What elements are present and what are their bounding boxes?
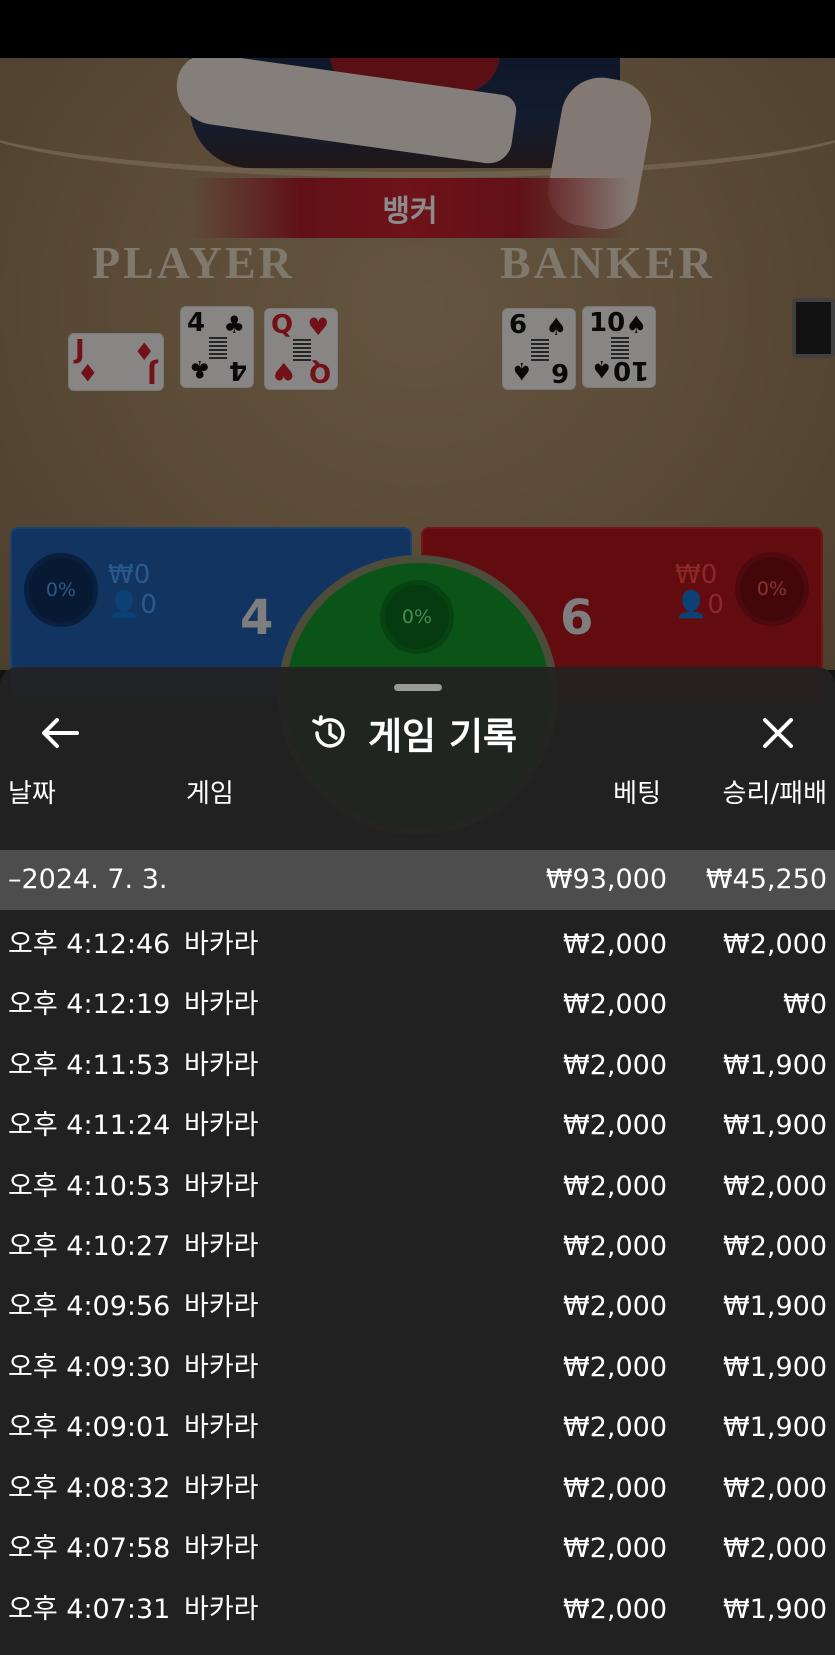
row-game: 바카라 bbox=[184, 1352, 259, 1383]
history-row[interactable]: 오후 4:07:58 바카라 ₩2,000 ₩2,000 bbox=[0, 1519, 835, 1579]
history-row[interactable]: 오후 4:07:31 바카라 ₩2,000 ₩1,900 bbox=[0, 1580, 835, 1640]
sheet-header: 게임 기록 bbox=[0, 697, 835, 767]
back-button[interactable] bbox=[30, 705, 90, 761]
row-game: 바카라 bbox=[184, 1412, 259, 1443]
row-time: 오후 4:09:56 bbox=[8, 1291, 171, 1322]
date-summary-row[interactable]: –2024. 7. 3. ₩93,000 ₩45,250 bbox=[0, 850, 835, 910]
row-result: ₩2,000 bbox=[723, 1171, 827, 1202]
row-game: 바카라 bbox=[184, 989, 259, 1020]
row-result: ₩2,000 bbox=[723, 929, 827, 960]
row-game: 바카라 bbox=[184, 1110, 259, 1141]
row-game: 바카라 bbox=[184, 1291, 259, 1322]
sheet-grabber[interactable] bbox=[394, 684, 442, 691]
history-row[interactable]: 오후 4:09:01 바카라 ₩2,000 ₩1,900 bbox=[0, 1398, 835, 1458]
row-bet: ₩2,000 bbox=[563, 1473, 667, 1504]
column-header-date: 날짜 bbox=[8, 779, 56, 809]
row-time: 오후 4:08:32 bbox=[8, 1473, 171, 1504]
row-bet: ₩2,000 bbox=[563, 929, 667, 960]
row-result: ₩2,000 bbox=[723, 1533, 827, 1564]
column-header-game: 게임 bbox=[186, 779, 234, 809]
row-bet: ₩2,000 bbox=[563, 1110, 667, 1141]
row-result: ₩1,900 bbox=[723, 1412, 827, 1443]
row-result: ₩2,000 bbox=[723, 1231, 827, 1262]
row-bet: ₩2,000 bbox=[563, 1533, 667, 1564]
summary-date: –2024. 7. 3. bbox=[8, 864, 168, 895]
row-time: 오후 4:11:24 bbox=[8, 1110, 171, 1141]
row-time: 오후 4:11:53 bbox=[8, 1050, 171, 1081]
row-result: ₩1,900 bbox=[723, 1594, 827, 1625]
row-bet: ₩2,000 bbox=[563, 1352, 667, 1383]
row-game: 바카라 bbox=[184, 1473, 259, 1504]
summary-result: ₩45,250 bbox=[705, 864, 827, 895]
row-time: 오후 4:09:01 bbox=[8, 1412, 171, 1443]
column-header-bet: 베팅 bbox=[613, 779, 661, 809]
row-bet: ₩2,000 bbox=[563, 1171, 667, 1202]
row-result: ₩2,000 bbox=[723, 1473, 827, 1504]
row-result: ₩1,900 bbox=[723, 1352, 827, 1383]
sheet-title: 게임 기록 bbox=[368, 715, 518, 758]
arrow-left-icon bbox=[42, 718, 79, 748]
row-game: 바카라 bbox=[184, 929, 259, 960]
row-result: ₩0 bbox=[783, 989, 827, 1020]
column-header-result: 승리/패배 bbox=[722, 779, 827, 809]
row-bet: ₩2,000 bbox=[563, 1050, 667, 1081]
history-row[interactable]: 오후 4:11:53 바카라 ₩2,000 ₩1,900 bbox=[0, 1036, 835, 1096]
game-history-sheet: 게임 기록 날짜 게임 베팅 승리/패배 –2024. 7. 3. ₩93,00… bbox=[0, 667, 835, 1655]
history-row[interactable]: 오후 4:12:19 바카라 ₩2,000 ₩0 bbox=[0, 975, 835, 1035]
history-row[interactable]: 오후 4:11:24 바카라 ₩2,000 ₩1,900 bbox=[0, 1096, 835, 1156]
history-row[interactable]: 오후 4:08:32 바카라 ₩2,000 ₩2,000 bbox=[0, 1459, 835, 1519]
close-icon bbox=[763, 718, 793, 748]
row-time: 오후 4:07:58 bbox=[8, 1533, 171, 1564]
history-row[interactable]: 오후 4:09:30 바카라 ₩2,000 ₩1,900 bbox=[0, 1338, 835, 1398]
row-bet: ₩2,000 bbox=[563, 989, 667, 1020]
row-time: 오후 4:12:19 bbox=[8, 989, 171, 1020]
row-bet: ₩2,000 bbox=[563, 1412, 667, 1443]
history-clock-icon bbox=[312, 715, 345, 748]
row-bet: ₩2,000 bbox=[563, 1231, 667, 1262]
history-row[interactable]: 오후 4:09:56 바카라 ₩2,000 ₩1,900 bbox=[0, 1277, 835, 1337]
row-result: ₩1,900 bbox=[723, 1291, 827, 1322]
row-time: 오후 4:10:27 bbox=[8, 1231, 171, 1262]
row-game: 바카라 bbox=[184, 1050, 259, 1081]
summary-bet: ₩93,000 bbox=[545, 864, 667, 895]
row-time: 오후 4:09:30 bbox=[8, 1352, 171, 1383]
history-row[interactable]: 오후 4:10:53 바카라 ₩2,000 ₩2,000 bbox=[0, 1157, 835, 1217]
row-game: 바카라 bbox=[184, 1231, 259, 1262]
close-button[interactable] bbox=[748, 705, 808, 761]
row-time: 오후 4:10:53 bbox=[8, 1171, 171, 1202]
sheet-title-group: 게임 기록 bbox=[310, 705, 517, 761]
row-bet: ₩2,000 bbox=[563, 1594, 667, 1625]
row-bet: ₩2,000 bbox=[563, 1291, 667, 1322]
row-time: 오후 4:12:46 bbox=[8, 929, 171, 960]
row-result: ₩1,900 bbox=[723, 1110, 827, 1141]
row-game: 바카라 bbox=[184, 1171, 259, 1202]
row-time: 오후 4:07:31 bbox=[8, 1594, 171, 1625]
history-row[interactable]: 오후 4:10:27 바카라 ₩2,000 ₩2,000 bbox=[0, 1217, 835, 1277]
row-game: 바카라 bbox=[184, 1594, 259, 1625]
row-game: 바카라 bbox=[184, 1533, 259, 1564]
row-result: ₩1,900 bbox=[723, 1050, 827, 1081]
history-row[interactable]: 오후 4:12:46 바카라 ₩2,000 ₩2,000 bbox=[0, 915, 835, 975]
